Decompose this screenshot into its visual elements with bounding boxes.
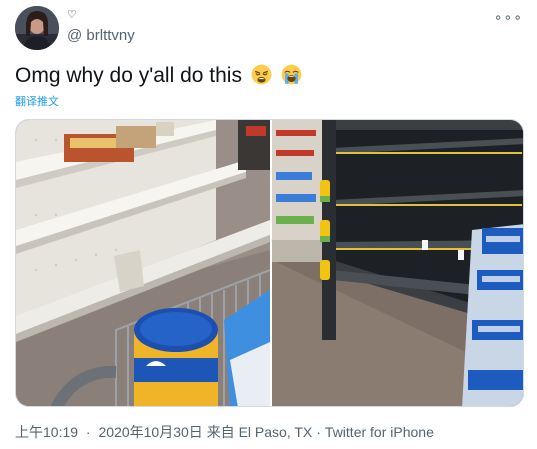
photo-empty-refrigerated-shelves[interactable] <box>272 120 523 406</box>
media-grid <box>15 119 524 407</box>
tweet-card: ♡ @ brlttvny ∘∘∘ Omg why do y'all do thi… <box>0 0 537 449</box>
tweet-timestamp[interactable]: 上午10:19 · 2020年10月30日 <box>15 424 203 440</box>
author-handle[interactable]: @ brlttvny <box>67 27 135 45</box>
photo-empty-store-shelves[interactable] <box>16 120 270 406</box>
avatar[interactable] <box>15 6 59 50</box>
tweet-location: 来自 El Paso, TX <box>206 424 313 440</box>
loudly-crying-face-icon <box>281 64 302 85</box>
heart-icon: ♡ <box>67 9 77 21</box>
tweet-text: Omg why do y'all do this <box>15 63 302 89</box>
translate-tweet-link[interactable]: 翻译推文 <box>15 95 59 109</box>
weary-face-icon <box>251 64 272 85</box>
more-options-icon[interactable]: ∘∘∘ <box>494 10 523 24</box>
tweet-text-body: Omg why do y'all do this <box>15 64 242 87</box>
tweet-source-link[interactable]: Twitter for iPhone <box>325 424 434 440</box>
tweet-metadata: 上午10:19 · 2020年10月30日 来自 El Paso, TX · Twi… <box>15 424 434 440</box>
